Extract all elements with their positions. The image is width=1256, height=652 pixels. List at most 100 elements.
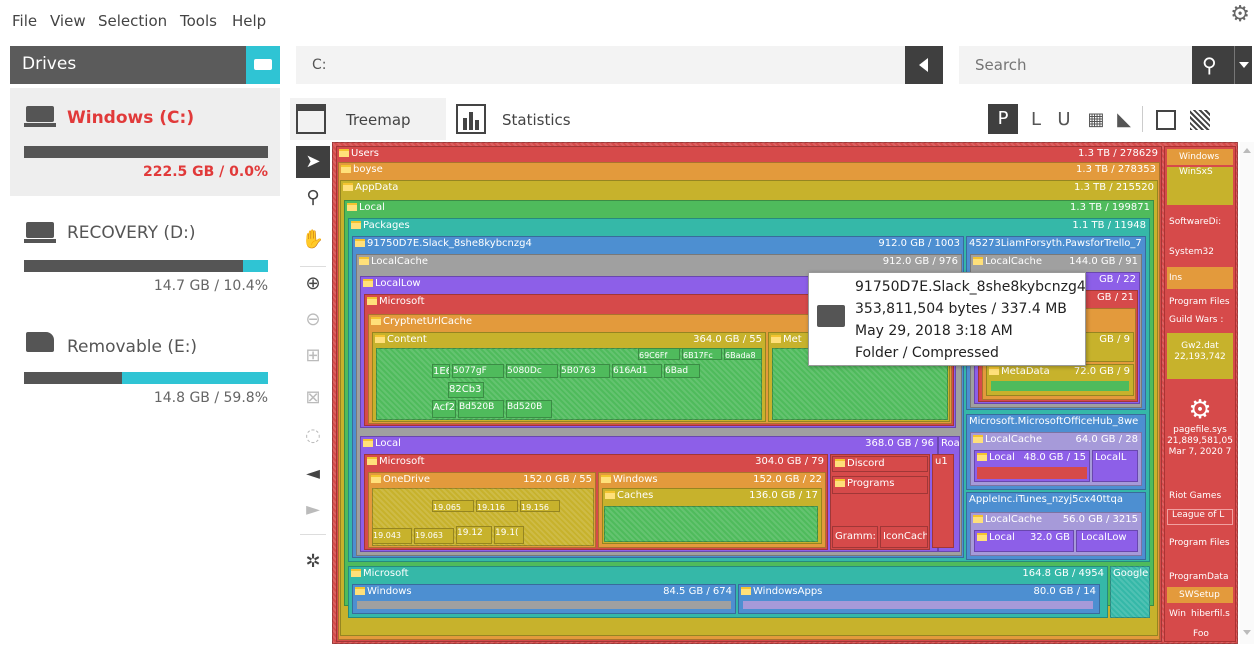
settings-icon[interactable]: ✲	[296, 546, 330, 578]
strip-ins[interactable]: Ins	[1167, 267, 1233, 289]
strip-windows[interactable]: Windows	[1167, 149, 1233, 165]
scroll-down-icon[interactable]	[1243, 630, 1251, 635]
strip-swsetup[interactable]: SWSetup	[1167, 587, 1233, 603]
strip-guild-wars[interactable]: Guild Wars :	[1167, 315, 1233, 331]
strip-system32[interactable]: System32	[1167, 239, 1233, 265]
hatch-style-icon[interactable]	[1190, 110, 1210, 130]
reset-zoom-icon[interactable]: ◌	[296, 420, 330, 452]
treemap-file[interactable]: 5B0763	[560, 364, 610, 378]
node-label: Riot Games	[1169, 491, 1222, 501]
search-options-dropdown[interactable]	[1234, 46, 1252, 84]
treemap-file[interactable]: Bd520B	[506, 400, 552, 418]
treemap-file[interactable]: 19.063	[414, 528, 454, 544]
treemap-file[interactable]: 6Bad	[664, 364, 700, 378]
node-label: MetaData	[1001, 366, 1050, 377]
strip-gw2[interactable]: Gw2.dat 22,193,742	[1167, 333, 1233, 379]
tab-treemap[interactable]: Treemap	[290, 98, 446, 140]
vertical-scrollbar[interactable]	[1240, 142, 1254, 644]
file-label: 5080Dc	[507, 366, 542, 376]
treemap-node-google[interactable]: Google	[1110, 566, 1150, 618]
node-label: Packages	[363, 220, 410, 231]
treemap-node-officehub-locallow[interactable]: LocalL	[1092, 450, 1138, 482]
menu-view[interactable]: View	[50, 12, 86, 30]
node-label: Microsoft	[363, 568, 409, 579]
node-label: Local	[989, 452, 1015, 463]
drive-item-e[interactable]: Removable (E:) 14.8 GB / 59.8%	[10, 318, 280, 418]
treemap-node-metadata[interactable]: MetaData 72.0 GB / 9	[986, 364, 1134, 396]
grid-layout-icon[interactable]: ▦	[1084, 106, 1108, 134]
treemap-node-u1[interactable]: u1	[932, 454, 954, 548]
treemap-file[interactable]: 19.1(	[494, 526, 524, 544]
select-pointer-icon[interactable]: ➤	[296, 146, 330, 178]
treemap-file[interactable]: 19.065	[432, 500, 474, 512]
drive-refresh-button[interactable]	[246, 46, 280, 84]
search-button[interactable]: ⚲	[1192, 46, 1234, 84]
menu-selection[interactable]: Selection	[98, 12, 167, 30]
expand-icon[interactable]: ⊞	[296, 340, 330, 372]
strip-riot-games[interactable]: Riot Games	[1167, 491, 1233, 507]
strip-pagefile[interactable]: ⚙ pagefile.sys 21,889,581,05 Mar 7, 2020…	[1167, 383, 1233, 483]
size-mode-logical-button[interactable]: L	[1024, 106, 1048, 134]
strip-winsxs[interactable]: WinSxS	[1167, 167, 1233, 205]
treemap-node-caches-files[interactable]	[604, 506, 818, 542]
treemap-file[interactable]: 5080Dc	[506, 364, 558, 378]
zoom-out-icon[interactable]: ⊖	[296, 304, 330, 336]
strip-win[interactable]: Win	[1167, 609, 1187, 627]
strip-programdata[interactable]: ProgramData	[1167, 569, 1233, 585]
back-button[interactable]	[905, 46, 943, 84]
path-field[interactable]: C:	[296, 46, 943, 84]
search-field[interactable]	[959, 46, 1192, 84]
navigate-forward-icon[interactable]: ►	[296, 494, 330, 526]
zoom-icon[interactable]: ⚲	[296, 182, 330, 214]
treemap-node-grammarly[interactable]: Gramm:	[832, 526, 878, 548]
strip-program-files[interactable]: Program Files	[1167, 297, 1233, 311]
flat-style-icon[interactable]	[1156, 110, 1176, 130]
treemap-file[interactable]: 19.043	[372, 528, 412, 544]
treemap-file[interactable]: 5077gF	[452, 364, 504, 378]
treemap-file[interactable]: 19.116	[476, 500, 518, 512]
treemap-file[interactable]: 82Cb3	[448, 382, 484, 398]
size-mode-physical-button[interactable]: P	[988, 104, 1018, 134]
treemap-node-windowsapps[interactable]: WindowsApps 80.0 GB / 14	[738, 584, 1100, 614]
navigate-back-icon[interactable]: ◄	[296, 458, 330, 490]
zoom-in-icon[interactable]: ⊕	[296, 268, 330, 300]
menu-help[interactable]: Help	[232, 12, 266, 30]
node-label: LocalLow	[375, 278, 421, 289]
size-mode-used-button[interactable]: U	[1052, 106, 1076, 134]
treemap[interactable]: Users 1.3 TB / 278629 boyse 1.3 TB / 27835…	[332, 142, 1238, 644]
drive-item-d[interactable]: RECOVERY (D:) 14.7 GB / 10.4%	[10, 204, 280, 304]
search-input[interactable]	[959, 46, 1192, 84]
treemap-node-itunes-local[interactable]: Local 32.0 GB	[974, 530, 1074, 552]
strip-foo[interactable]: Foo	[1189, 629, 1233, 641]
menu-file[interactable]: File	[12, 12, 37, 30]
scroll-up-icon[interactable]	[1243, 148, 1251, 153]
menu-tools[interactable]: Tools	[180, 12, 217, 30]
strip-program-files-2[interactable]: Program Files	[1167, 533, 1233, 553]
treemap-file[interactable]: 19.12	[456, 526, 492, 544]
strip-league[interactable]: League of L	[1167, 509, 1233, 525]
treemap-windows-strip[interactable]: Windows WinSxS SoftwareDi: System32 Ins …	[1164, 146, 1236, 642]
treemap-node-iconcache[interactable]: IconCach	[880, 526, 928, 548]
treemap-node-programs[interactable]: Programs	[832, 476, 928, 494]
treemap-file[interactable]: 616Ad1	[612, 364, 662, 378]
treemap-file[interactable]: Bd520B	[458, 400, 504, 418]
treemap-file[interactable]: 6B17Fc	[682, 348, 722, 360]
treemap-node-itunes-locallow[interactable]: LocalLow	[1076, 530, 1138, 552]
treemap-file[interactable]: 6Bada8	[724, 348, 762, 360]
treemap-file[interactable]: Acf2	[432, 400, 456, 418]
settings-gear-icon[interactable]: ⚙	[1230, 2, 1250, 27]
folder-add-icon[interactable]: ◣	[1112, 106, 1136, 134]
tab-statistics[interactable]: Statistics	[450, 98, 590, 140]
treemap-file[interactable]: 19.156	[520, 500, 560, 512]
treemap-node-officehub-local[interactable]: Local 48.0 GB / 15	[974, 450, 1090, 482]
treemap-file[interactable]: 69C6Ff	[638, 348, 680, 360]
treemap-node-windows-3[interactable]: Windows 84.5 GB / 674	[352, 584, 736, 614]
treemap-file[interactable]: 1E6£	[432, 364, 450, 378]
file-name: pagefile.sys	[1173, 425, 1227, 435]
strip-softwaredist[interactable]: SoftwareDi:	[1167, 207, 1233, 237]
collapse-icon[interactable]: ⊠	[296, 382, 330, 414]
drive-item-c[interactable]: Windows (C:) 222.5 GB / 0.0%	[10, 88, 280, 196]
pan-hand-icon[interactable]: ✋	[296, 224, 330, 256]
strip-hiberfil[interactable]: hiberfil.s	[1189, 609, 1233, 627]
treemap-node-discord[interactable]: Discord	[832, 456, 928, 472]
